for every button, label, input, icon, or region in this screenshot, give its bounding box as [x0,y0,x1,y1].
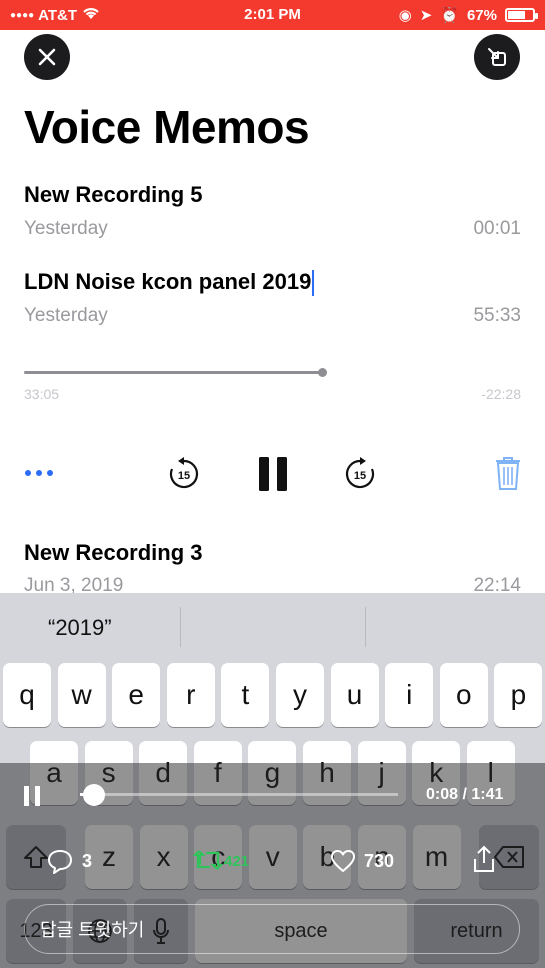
key-w[interactable]: w [57,663,106,727]
more-button[interactable] [22,460,56,486]
reply-icon [48,850,72,874]
key-u[interactable]: u [330,663,379,727]
close-button[interactable] [24,34,70,80]
key-y[interactable]: y [276,663,324,727]
skip-back-15-icon: 15 [169,457,199,489]
close-icon [38,48,56,66]
elapsed-time: 33:05 [24,386,60,402]
key-e[interactable]: e [112,663,161,727]
suggestion-item[interactable]: “2019” [48,615,112,641]
share-icon [474,845,494,872]
key-i[interactable]: i [385,663,434,727]
trash-icon [496,457,520,490]
video-pause-button[interactable] [20,782,44,810]
pause-icon [259,457,287,491]
status-right: ◉ ➤ ⏰ 67% [398,6,538,24]
location-icon: ➤ [419,7,433,24]
screen-record-icon: ◉ [398,7,412,24]
battery-fill [508,11,526,19]
suggestion-divider [365,607,366,647]
scrubber-handle[interactable] [318,368,327,377]
like-count: 730 [364,851,395,871]
minimize-button[interactable] [474,34,520,80]
skip-forward-15-icon: 15 [345,457,375,489]
battery-icon [505,8,538,22]
battery-percent: 67% [466,6,497,24]
reply-button[interactable] [46,847,74,875]
pause-button[interactable] [255,454,291,494]
recording-title[interactable]: New Recording 3 [24,540,202,566]
remaining-time: -22:28 [481,386,521,402]
skip-forward-button[interactable]: 15 [342,456,378,492]
suggestion-divider [180,607,181,647]
recording-title-text: LDN Noise kcon panel 2019 [24,269,312,294]
recording-date: Yesterday [24,305,108,326]
status-bar: ●●●● AT&T 2:01 PM ◉ ➤ ⏰ 67% [0,0,545,30]
svg-text:15: 15 [354,470,366,482]
key-p[interactable]: p [494,663,543,727]
retweet-icon [193,850,223,870]
pause-icon [24,786,40,806]
key-o[interactable]: o [439,663,488,727]
playback-scrubber[interactable] [24,371,324,374]
page-title: Voice Memos [24,101,310,153]
recording-date: Yesterday [24,218,108,239]
video-progress-handle[interactable] [83,784,105,806]
svg-text:15: 15 [178,470,190,482]
video-time: 0:08 / 1:41 [426,786,504,803]
recording-duration: 00:01 [473,218,521,239]
reply-input-placeholder: 답글 트윗하기 [40,920,145,940]
heart-icon [331,850,355,872]
share-button[interactable] [470,844,498,874]
skip-back-button[interactable]: 15 [166,456,202,492]
video-progress-track[interactable] [80,793,398,796]
like-button[interactable] [329,848,357,874]
text-caret [312,270,315,297]
retweet-count: 421 [224,853,250,870]
recording-title[interactable]: New Recording 5 [24,182,202,208]
key-t[interactable]: t [221,663,270,727]
retweet-button[interactable] [192,846,224,874]
more-icon [25,470,53,476]
reply-count: 3 [82,851,93,871]
delete-button[interactable] [492,453,524,493]
minimize-icon [488,48,506,66]
key-r[interactable]: r [166,663,215,727]
recording-duration: 55:33 [473,305,521,326]
key-q[interactable]: q [3,663,51,727]
recording-title-editing[interactable]: LDN Noise kcon panel 2019 [24,269,315,297]
alarm-icon: ⏰ [440,7,459,24]
